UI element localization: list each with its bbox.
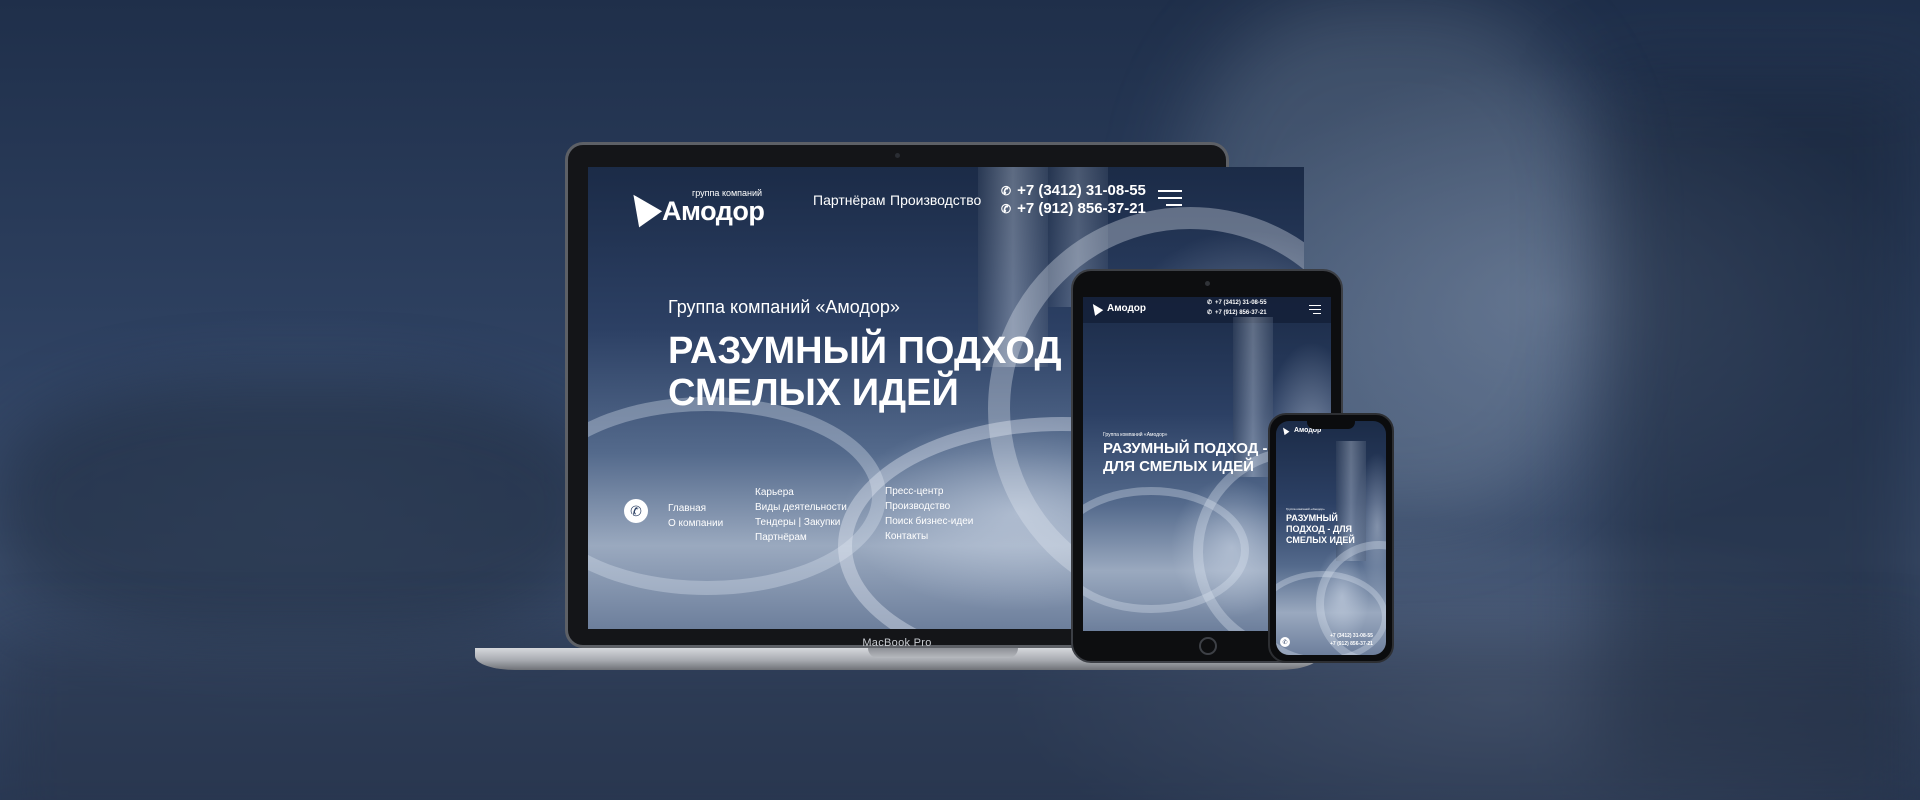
logo-mark-icon xyxy=(1088,301,1104,316)
hero-subtitle: Группа компаний «Амодор» xyxy=(668,297,900,317)
logo-mark-icon xyxy=(621,186,663,228)
phone-notch xyxy=(1307,421,1355,429)
logo-mark-icon xyxy=(1280,425,1290,436)
phone-icon: ✆ xyxy=(1207,310,1213,316)
footer-link-press[interactable]: Пресс-центр xyxy=(885,484,973,499)
site-logo[interactable]: группа компаний Амодор xyxy=(621,186,765,228)
tablet-logo[interactable]: Амодор xyxy=(1088,301,1147,316)
tablet-logo-text: Амодор xyxy=(1107,303,1147,314)
tablet-camera xyxy=(1205,281,1210,286)
laptop-notch xyxy=(868,648,1018,658)
phone-icon: ✆ xyxy=(1282,639,1288,646)
phone-mockup: Амодор Группа компаний «Амодор» РАЗУМНЫЙ… xyxy=(1268,413,1394,663)
tablet-subtitle: Группа компаний «Амодор» xyxy=(1103,432,1168,438)
laptop-camera xyxy=(895,153,900,158)
phone-headline-line2: ПОДХОД - ДЛЯ xyxy=(1286,524,1353,534)
footer-link-career[interactable]: Карьера xyxy=(755,485,847,500)
phone-screen: Амодор Группа компаний «Амодор» РАЗУМНЫЙ… xyxy=(1276,421,1386,655)
tablet-home-button xyxy=(1199,637,1217,655)
footer-col-1: Главная О компании xyxy=(668,501,723,531)
phone-icon: ✆ xyxy=(1207,300,1213,306)
phone-phone-1-text: +7 (3412) 31-08-55 xyxy=(1330,633,1373,639)
phone-headline-line1: РАЗУМНЫЙ xyxy=(1286,513,1338,523)
phone-subtitle: Группа компаний «Амодор» xyxy=(1286,507,1325,511)
phone-site: Амодор Группа компаний «Амодор» РАЗУМНЫЙ… xyxy=(1276,421,1386,655)
phone-icon: ✆ xyxy=(1001,183,1012,198)
tablet-phone-1[interactable]: ✆ +7 (3412) 31-08-55 xyxy=(1207,299,1267,307)
footer-link-home[interactable]: Главная xyxy=(668,501,723,516)
footer-col-3: Пресс-центр Производство Поиск бизнес-ид… xyxy=(885,484,973,544)
phone-call-button[interactable]: ✆ xyxy=(1280,637,1290,647)
phone-icon: ✆ xyxy=(630,502,642,519)
phone-number-1-text: +7 (3412) 31-08-55 xyxy=(1017,182,1146,199)
tablet-phone-2-text: +7 (912) 856-37-21 xyxy=(1215,309,1267,316)
tablet-headline-line2: ДЛЯ СМЕЛЫХ ИДЕЙ xyxy=(1103,458,1254,475)
footer-link-business-ideas[interactable]: Поиск бизнес-идеи xyxy=(885,514,973,529)
phone-number-1[interactable]: ✆ +7 (3412) 31-08-55 xyxy=(1001,182,1146,199)
footer-col-2: Карьера Виды деятельности Тендеры | Заку… xyxy=(755,485,847,545)
nav-production[interactable]: Производство xyxy=(890,192,981,208)
phone-headline-line3: СМЕЛЫХ ИДЕЙ xyxy=(1286,535,1355,545)
footer-link-partners[interactable]: Партнёрам xyxy=(755,530,847,545)
tablet-phone-1-text: +7 (3412) 31-08-55 xyxy=(1215,299,1267,306)
phone-phone-2[interactable]: +7 (912) 856-37-21 xyxy=(1330,641,1373,647)
footer-link-production[interactable]: Производство xyxy=(885,499,973,514)
tablet-headline-line1: РАЗУМНЫЙ ПОДХОД - xyxy=(1103,440,1268,457)
footer-link-tenders[interactable]: Тендеры | Закупки xyxy=(755,515,847,530)
footer-link-activities[interactable]: Виды деятельности xyxy=(755,500,847,515)
call-button[interactable]: ✆ xyxy=(624,499,648,523)
nav-partners[interactable]: Партнёрам xyxy=(813,192,885,208)
phone-number-2[interactable]: ✆ +7 (912) 856-37-21 xyxy=(1001,200,1146,217)
phone-icon: ✆ xyxy=(1001,201,1012,216)
footer-link-contacts[interactable]: Контакты xyxy=(885,529,973,544)
hamburger-menu-icon[interactable] xyxy=(1309,305,1321,315)
logo-big-text: Амодор xyxy=(662,196,765,226)
phone-phone-1[interactable]: +7 (3412) 31-08-55 xyxy=(1330,633,1373,639)
hamburger-menu-icon[interactable] xyxy=(1158,190,1182,206)
phone-phone-2-text: +7 (912) 856-37-21 xyxy=(1330,641,1373,647)
tablet-phone-2[interactable]: ✆ +7 (912) 856-37-21 xyxy=(1207,309,1267,317)
footer-link-about[interactable]: О компании xyxy=(668,516,723,531)
hero-headline-line2: СМЕЛЫХ ИДЕЙ xyxy=(668,372,959,414)
phone-number-2-text: +7 (912) 856-37-21 xyxy=(1017,200,1146,217)
